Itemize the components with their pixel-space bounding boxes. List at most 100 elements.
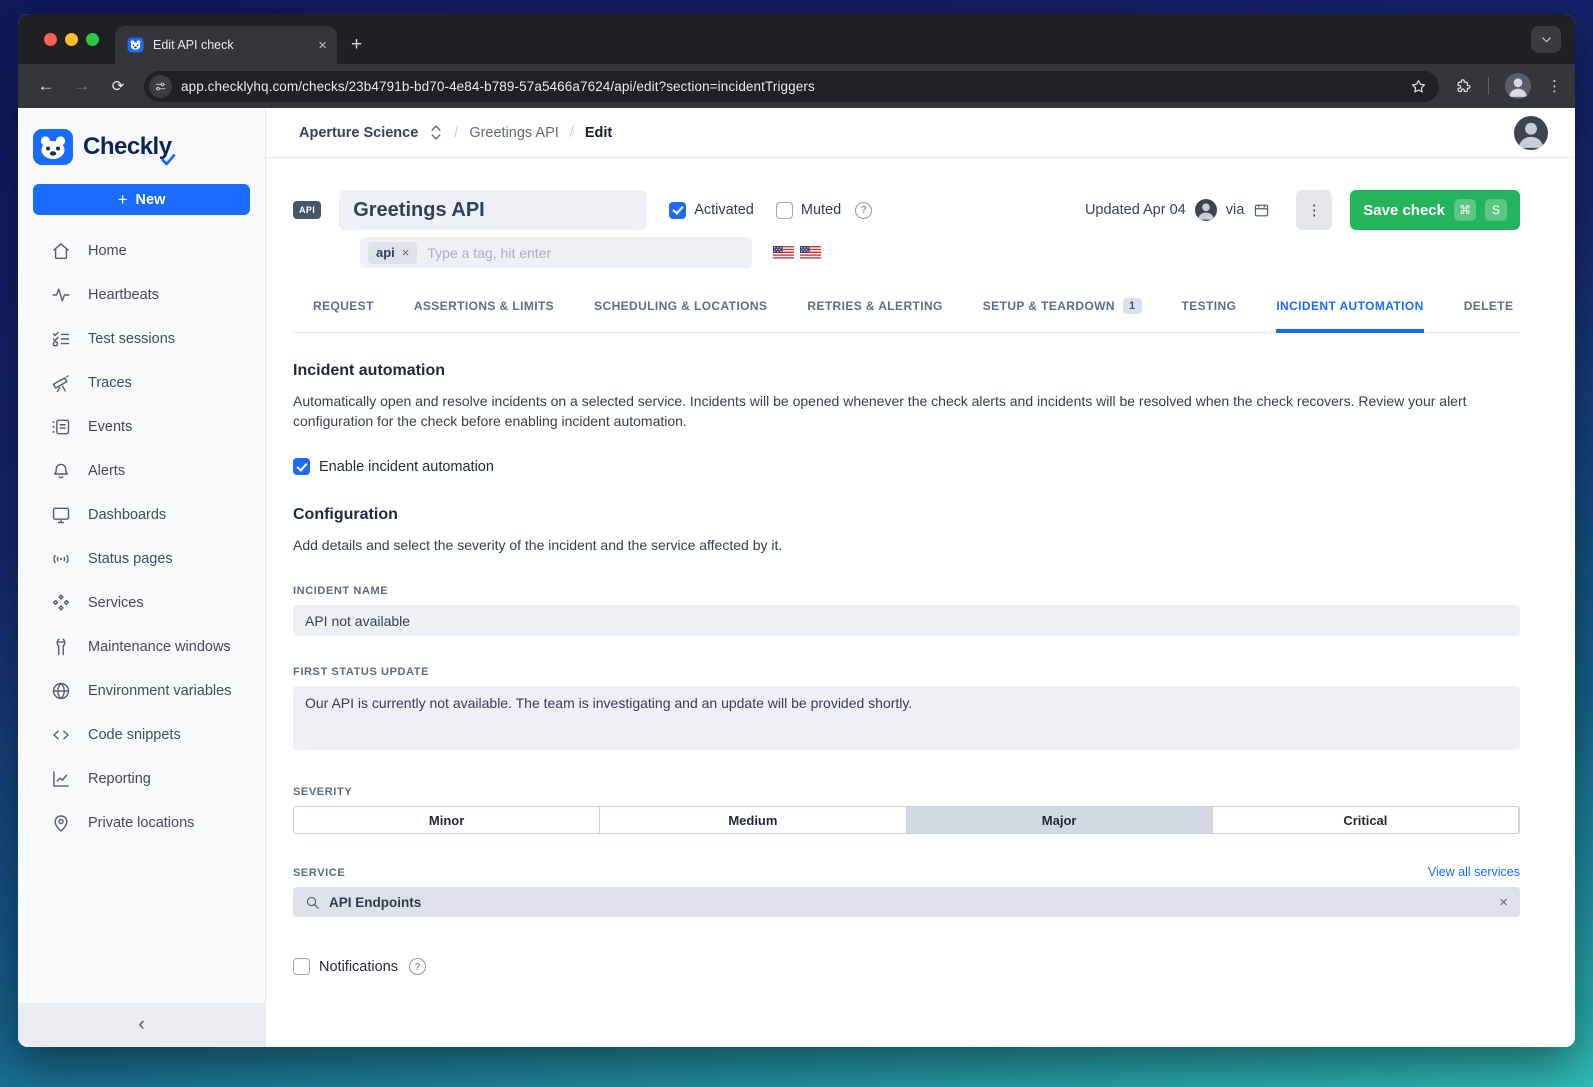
broadcast-icon — [51, 549, 71, 569]
severity-option-minor[interactable]: Minor — [294, 807, 600, 833]
muted-checkbox[interactable] — [776, 202, 793, 219]
new-button[interactable]: + New — [33, 184, 250, 215]
notifications-help-icon[interactable]: ? — [409, 958, 426, 975]
sidebar-item-traces[interactable]: Traces — [18, 361, 265, 405]
home-icon — [51, 241, 71, 261]
user-avatar[interactable] — [1514, 116, 1548, 150]
enable-incident-automation-checkbox[interactable] — [293, 458, 310, 475]
brand-check-icon — [160, 152, 176, 168]
sidebar-item-maintenance-windows[interactable]: Maintenance windows — [18, 625, 265, 669]
sidebar-item-environment-variables[interactable]: Environment variables — [18, 669, 265, 713]
sidebar-item-label: Services — [88, 595, 144, 611]
severity-option-major[interactable]: Major — [907, 807, 1213, 833]
sidebar-item-code-snippets[interactable]: Code snippets — [18, 713, 265, 757]
minimize-window-button[interactable] — [65, 33, 78, 46]
us-flag-icon — [800, 246, 821, 260]
close-tab-icon[interactable]: × — [318, 37, 327, 54]
muted-checkbox-row[interactable]: Muted — [776, 202, 841, 219]
tab-scheduling-locations[interactable]: SCHEDULING & LOCATIONS — [594, 298, 767, 333]
zoom-window-button[interactable] — [86, 33, 99, 46]
configuration-description: Add details and select the severity of t… — [293, 535, 1503, 555]
sidebar-item-home[interactable]: Home — [18, 229, 265, 273]
sidebar-item-label: Code snippets — [88, 727, 181, 743]
check-menu-button[interactable]: ⋮ — [1296, 190, 1332, 230]
sidebar-collapse-button[interactable]: ‹ — [18, 1003, 265, 1047]
tab-request[interactable]: REQUEST — [313, 298, 374, 333]
sidebar-item-reporting[interactable]: Reporting — [18, 757, 265, 801]
view-all-services-link[interactable]: View all services — [1428, 865, 1520, 879]
sidebar-item-heartbeats[interactable]: Heartbeats — [18, 273, 265, 317]
tab-search-button[interactable] — [1531, 26, 1561, 53]
breadcrumb-check[interactable]: Greetings API — [469, 125, 558, 141]
url-bar[interactable]: app.checklyhq.com/checks/23b4791b-bd70-4… — [144, 71, 1439, 102]
checkly-app: Checkly + New Home Heartbeats — [18, 108, 1575, 1047]
tag-input[interactable] — [427, 245, 744, 261]
site-info-icon[interactable] — [149, 75, 172, 98]
reload-button[interactable]: ⟳ — [108, 77, 128, 95]
forward-button[interactable]: → — [72, 76, 92, 96]
tab-assertions-limits[interactable]: ASSERTIONS & LIMITS — [414, 298, 554, 333]
browser-tab[interactable]: Edit API check × — [115, 26, 337, 64]
tab-setup-teardown[interactable]: SETUP & TEARDOWN 1 — [983, 298, 1142, 333]
tag-chip: api × — [368, 242, 417, 264]
sidebar-item-label: Home — [88, 243, 127, 259]
checkly-favicon — [127, 37, 144, 53]
help-icon[interactable]: ? — [855, 202, 872, 219]
browser-window: Edit API check × + ← → ⟳ app.checklyhq.c… — [18, 14, 1575, 1047]
sidebar-item-dashboards[interactable]: Dashboards — [18, 493, 265, 537]
tag-row: api × — [293, 237, 1520, 268]
first-status-update-label: FIRST STATUS UPDATE — [293, 666, 1520, 678]
cmd-key-badge: ⌘ — [1454, 199, 1476, 221]
enable-incident-automation-row[interactable]: Enable incident automation — [293, 458, 1520, 475]
desktop-background: Edit API check × + ← → ⟳ app.checklyhq.c… — [0, 0, 1593, 1087]
s-key-badge: S — [1485, 199, 1507, 221]
tab-retries-alerting[interactable]: RETRIES & ALERTING — [807, 298, 942, 333]
back-button[interactable]: ← — [36, 76, 56, 96]
sidebar-item-label: Alerts — [88, 463, 125, 479]
bookmark-star-icon[interactable] — [1410, 78, 1427, 95]
close-window-button[interactable] — [44, 33, 57, 46]
sidebar-item-label: Dashboards — [88, 507, 166, 523]
browser-menu-icon[interactable]: ⋮ — [1547, 77, 1561, 95]
header-links — [1436, 116, 1548, 150]
activated-checkbox[interactable] — [669, 202, 686, 219]
activated-checkbox-row[interactable]: Activated — [669, 202, 754, 219]
sidebar-item-alerts[interactable]: Alerts — [18, 449, 265, 493]
notifications-row[interactable]: Notifications ? — [293, 958, 1520, 975]
first-status-update-textarea[interactable]: Our API is currently not available. The … — [293, 686, 1520, 750]
service-select[interactable]: API Endpoints × — [293, 887, 1520, 917]
sidebar-item-private-locations[interactable]: Private locations — [18, 801, 265, 845]
sidebar-item-status-pages[interactable]: Status pages — [18, 537, 265, 581]
sidebar-item-events[interactable]: Events — [18, 405, 265, 449]
severity-option-critical[interactable]: Critical — [1213, 807, 1519, 833]
brand-wordmark: Checkly — [83, 133, 172, 161]
new-tab-button[interactable]: + — [351, 34, 362, 56]
check-type-badge: API — [293, 201, 321, 219]
chevron-down-icon — [1540, 33, 1553, 46]
notifications-checkbox[interactable] — [293, 958, 310, 975]
sidebar-item-test-sessions[interactable]: Test sessions — [18, 317, 265, 361]
clear-service-icon[interactable]: × — [1499, 894, 1508, 911]
sidebar-item-label: Maintenance windows — [88, 639, 231, 655]
tag-input-box[interactable]: api × — [360, 237, 752, 268]
remove-tag-icon[interactable]: × — [402, 245, 410, 260]
tab-delete[interactable]: DELETE — [1464, 298, 1514, 333]
browser-profile-avatar[interactable] — [1505, 73, 1531, 99]
severity-option-medium[interactable]: Medium — [600, 807, 906, 833]
extensions-icon[interactable] — [1455, 78, 1472, 95]
incident-name-label: INCIDENT NAME — [293, 585, 1520, 597]
account-switcher[interactable]: Aperture Science — [299, 125, 418, 141]
updown-chevron-icon[interactable] — [429, 124, 443, 141]
tab-incident-automation[interactable]: INCIDENT AUTOMATION — [1276, 298, 1423, 333]
check-name-input[interactable] — [339, 190, 647, 230]
sidebar-item-services[interactable]: Services — [18, 581, 265, 625]
section-title: Incident automation — [293, 362, 1520, 380]
tab-testing[interactable]: TESTING — [1182, 298, 1237, 333]
save-check-button[interactable]: Save check ⌘ S — [1350, 190, 1520, 230]
service-value: API Endpoints — [329, 895, 421, 910]
sidebar-item-label: Events — [88, 419, 132, 435]
incident-name-input[interactable] — [293, 605, 1520, 636]
sidebar-item-label: Environment variables — [88, 683, 231, 699]
calendar-icon — [1253, 202, 1270, 219]
checkly-brand[interactable]: Checkly — [18, 108, 265, 166]
